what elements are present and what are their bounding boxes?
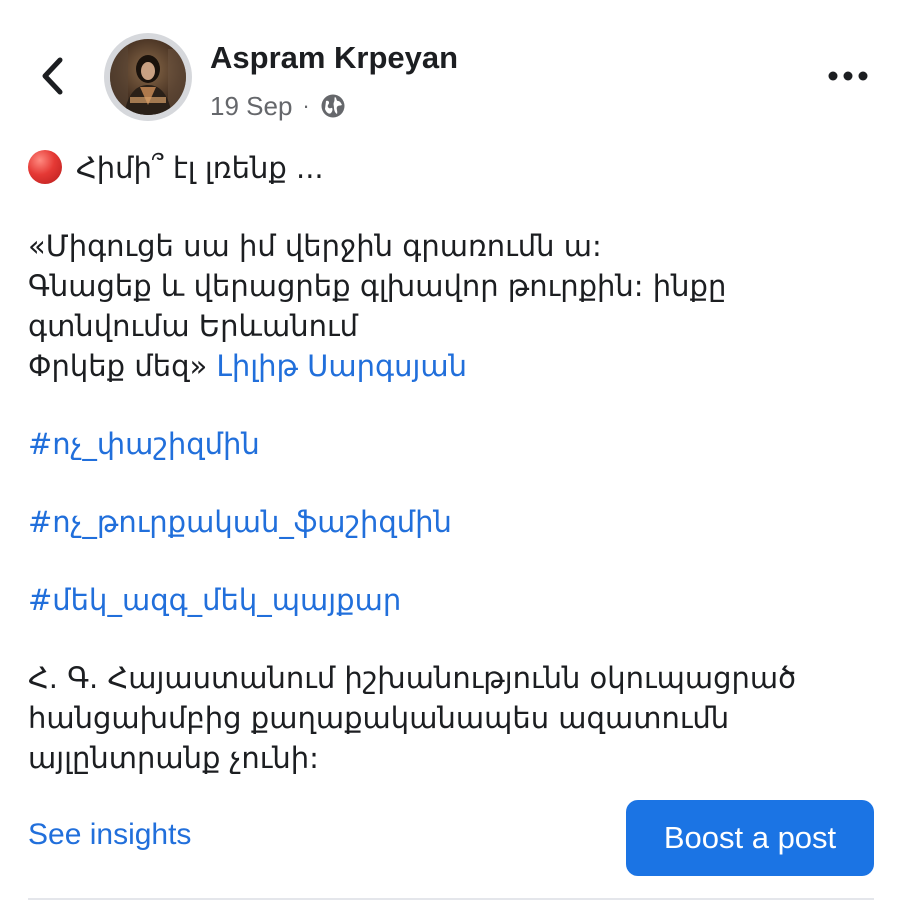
profile-photo	[110, 39, 186, 115]
closing-line: այլընտրանք չունի:	[28, 741, 319, 775]
closing-line: Հ. Գ. Հայաստանում իշխանությունն օկուպացր…	[28, 661, 797, 695]
intro-line: Հիմի՞ էլ լռենք ...	[28, 148, 878, 188]
more-dots-icon	[828, 71, 868, 81]
author-name[interactable]: Aspram Krpeyan	[210, 40, 458, 76]
more-options-button[interactable]	[820, 58, 876, 94]
quote-line: Գնացեք և վերացրեք գլխավոր թուրքին: ինքը	[28, 269, 727, 303]
quote-line: Փրկեք մեզ» Լիլիթ Սարգսյան	[28, 349, 467, 383]
avatar[interactable]	[104, 33, 192, 121]
post-screen: Aspram Krpeyan 19 Sep · Հիմի՞ էլ լռենք .…	[0, 0, 900, 903]
post-date[interactable]: 19 Sep	[210, 91, 292, 122]
meta-separator: ·	[302, 93, 310, 118]
hashtag-link[interactable]: #ոչ_թուրքական_ֆաշիզմին	[28, 505, 452, 539]
back-button[interactable]	[30, 52, 74, 100]
see-insights-link[interactable]: See insights	[28, 818, 191, 852]
post-meta: 19 Sep ·	[210, 89, 346, 123]
globe-icon[interactable]	[320, 93, 346, 119]
boost-post-button[interactable]: Boost a post	[626, 800, 874, 876]
red-circle-icon	[28, 150, 62, 184]
hashtag-line: #մեկ_ազգ_մեկ_պայքար	[28, 580, 878, 620]
hashtag-line: #ոչ_թուրքական_ֆաշիզմին	[28, 502, 878, 542]
post-text: Հիմի՞ էլ լռենք ... «Միգուցե սա իմ վերջին…	[28, 148, 878, 778]
divider	[28, 898, 874, 900]
hashtag-link[interactable]: #մեկ_ազգ_մեկ_պայքար	[28, 583, 401, 617]
closing-line: հանցախմբից քաղաքականապես ազատումն	[28, 701, 730, 735]
hashtag-line: #ոչ_փաշիզմին	[28, 424, 878, 464]
quote-line: գտնվումա Երևանում	[28, 309, 359, 343]
mention-link[interactable]: Լիլիթ Սարգսյան	[216, 349, 467, 383]
quote-line: «Միգուցե սա իմ վերջին գրառումն ա:	[28, 229, 602, 263]
post-header: Aspram Krpeyan 19 Sep ·	[0, 0, 900, 140]
hashtag-link[interactable]: #ոչ_փաշիզմին	[28, 427, 260, 461]
chevron-left-icon	[42, 57, 63, 95]
